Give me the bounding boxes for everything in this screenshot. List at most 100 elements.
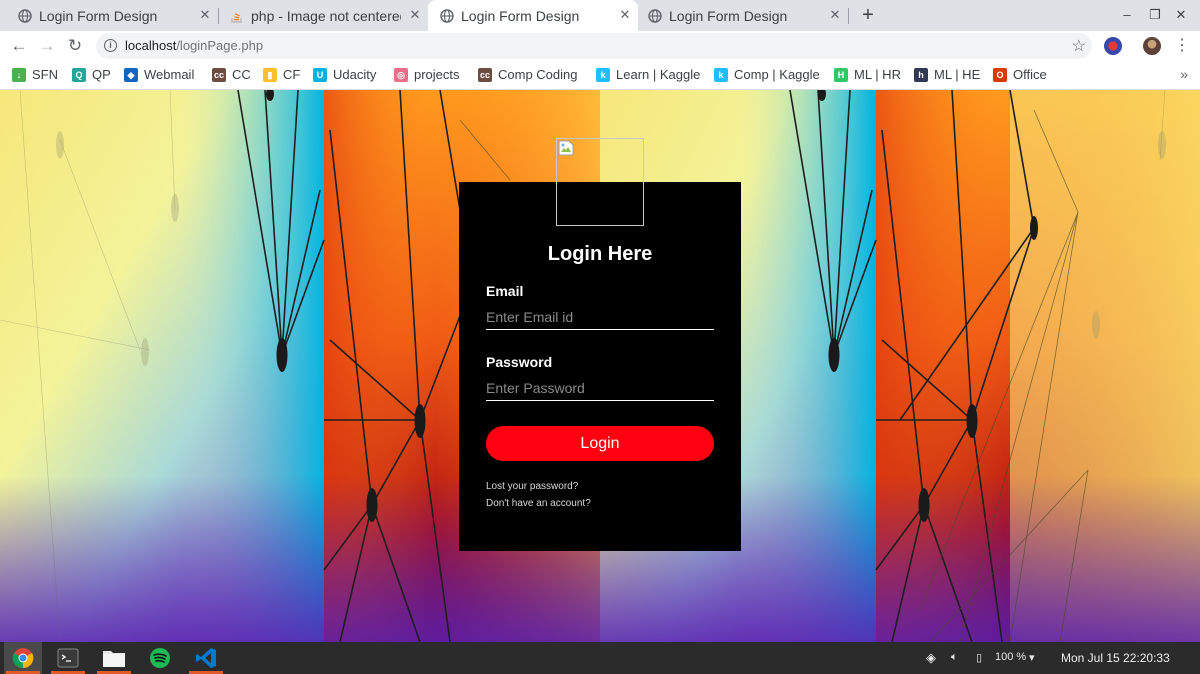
hackerearth-icon: h: [914, 67, 928, 82]
bookmark-label: CF: [283, 67, 301, 82]
close-tab-icon[interactable]: ✕: [198, 8, 212, 22]
volume-icon[interactable]: 🔈︎: [951, 651, 958, 664]
tab-title: php - Image not centered: [251, 7, 401, 24]
bookmark-label: Udacity: [333, 67, 377, 82]
bookmark-label: Learn | Kaggle: [616, 67, 701, 82]
tab-3-active[interactable]: Login Form Design ✕: [428, 0, 638, 31]
url-host: localhost: [125, 38, 177, 53]
back-icon[interactable]: ←: [9, 36, 29, 56]
login-title: Login Here: [547, 243, 653, 265]
bookmark-office[interactable]: O Office: [993, 67, 1047, 82]
menu-kebab-icon[interactable]: ⋮: [1172, 36, 1192, 56]
url-text[interactable]: localhost/loginPage.php: [125, 38, 263, 53]
vscode-icon[interactable]: [187, 642, 225, 674]
email-field[interactable]: [486, 304, 714, 330]
page-viewport: Login Here Email Password Login Lost you…: [0, 90, 1200, 642]
close-tab-icon[interactable]: ✕: [618, 8, 632, 22]
lost-password-link[interactable]: Lost your password?: [486, 481, 578, 492]
spotify-icon[interactable]: [141, 642, 179, 674]
bookmark-qp[interactable]: Q QP: [72, 67, 111, 82]
globe-icon: [648, 8, 662, 23]
site-info-icon[interactable]: i: [104, 39, 117, 52]
battery-percent: 100 %: [995, 651, 1027, 663]
bookmark-label: Comp | Kaggle: [734, 67, 820, 82]
tray-dropdown-icon[interactable]: ▾: [1029, 651, 1035, 664]
login-button[interactable]: Login: [486, 426, 714, 461]
bookmarks-bar: ↓ SFN Q QP ◆ Webmail cc CC ▮ CF U Udacity ◎ projects c…: [0, 61, 1200, 90]
battery-icon[interactable]: ▯: [976, 651, 982, 664]
extension-icon[interactable]: [1104, 37, 1122, 55]
office-icon: O: [993, 67, 1007, 82]
bookmark-label: QP: [92, 67, 111, 82]
kaggle-icon: k: [596, 67, 610, 82]
forward-icon[interactable]: →: [37, 36, 57, 56]
bookmark-label: CC: [232, 67, 251, 82]
tab-divider: [848, 8, 849, 24]
globe-icon: [440, 8, 454, 23]
tab-title: Login Form Design: [39, 7, 158, 24]
terminal-icon[interactable]: [49, 642, 87, 674]
udacity-icon: U: [313, 67, 327, 82]
bookmark-ml-he[interactable]: h ML | HE: [914, 67, 980, 82]
login-form: Login Here Email Password Login Lost you…: [459, 182, 741, 551]
tab-2[interactable]: php - Image not centered ✕: [218, 0, 428, 31]
cf-icon: ▮: [263, 67, 277, 82]
email-label: Email: [486, 283, 524, 299]
close-tab-icon[interactable]: ✕: [828, 8, 842, 22]
bookmark-projects[interactable]: ◎ projects: [394, 67, 460, 82]
bookmark-label: ML | HE: [934, 67, 981, 82]
cc-icon: cc: [212, 67, 226, 82]
bookmark-udacity[interactable]: U Udacity: [313, 67, 376, 82]
bookmark-label: projects: [414, 67, 460, 82]
new-tab-button[interactable]: +: [858, 5, 878, 25]
bookmark-label: Webmail: [144, 67, 195, 82]
projects-icon: ◎: [394, 67, 408, 82]
url-path: /loginPage.php: [176, 38, 264, 53]
clock[interactable]: Mon Jul 15 22:20:33: [1061, 651, 1170, 665]
avatar-image-broken: [556, 138, 644, 226]
broken-image-icon: [558, 140, 574, 156]
minimize-icon[interactable]: –: [1118, 6, 1136, 24]
chrome-icon[interactable]: [4, 642, 42, 674]
bookmark-sfn[interactable]: ↓ SFN: [12, 67, 58, 82]
profile-avatar[interactable]: [1143, 37, 1161, 55]
bookmark-cc[interactable]: cc CC: [212, 67, 251, 82]
close-window-icon[interactable]: ✕: [1172, 6, 1190, 24]
more-bookmarks-icon[interactable]: »: [1180, 66, 1188, 82]
bookmark-label: Comp Coding: [498, 67, 578, 82]
bookmark-comp-coding[interactable]: cc Comp Coding: [478, 67, 578, 82]
bookmark-comp-kaggle[interactable]: k Comp | Kaggle: [714, 67, 820, 82]
password-label: Password: [486, 354, 553, 370]
qp-icon: Q: [72, 67, 86, 82]
cc-icon: cc: [478, 67, 492, 82]
files-icon[interactable]: [95, 642, 133, 674]
bookmark-webmail[interactable]: ◆ Webmail: [124, 67, 194, 82]
browser-toolbar: ← → ↻ i localhost/loginPage.php ☆: [0, 31, 1200, 61]
bookmark-star-icon[interactable]: ☆: [1072, 36, 1086, 56]
sfn-icon: ↓: [12, 67, 26, 82]
bookmark-ml-hr[interactable]: H ML | HR: [834, 67, 901, 82]
close-tab-icon[interactable]: ✕: [408, 8, 422, 22]
bookmark-learn-kaggle[interactable]: k Learn | Kaggle: [596, 67, 700, 82]
wifi-icon[interactable]: ◈: [926, 650, 936, 666]
tab-1[interactable]: Login Form Design ✕: [0, 0, 218, 31]
tab-title: Login Form Design: [461, 7, 580, 24]
reload-icon[interactable]: ↻: [65, 36, 85, 56]
restore-icon[interactable]: ❐: [1146, 6, 1164, 24]
webmail-icon: ◆: [124, 67, 138, 82]
bookmark-label: Office: [1013, 67, 1047, 82]
bookmark-label: ML | HR: [854, 67, 901, 82]
globe-icon: [18, 8, 32, 23]
bookmark-cf[interactable]: ▮ CF: [263, 67, 300, 82]
register-link[interactable]: Don't have an account?: [486, 498, 591, 509]
tab-strip: Login Form Design ✕ php - Image not cent…: [0, 0, 1200, 31]
os-taskbar: ◈ 🔈︎ ▯ 100 % ▾ Mon Jul 15 22:20:33: [0, 642, 1200, 674]
kaggle-icon: k: [714, 67, 728, 82]
bookmark-label: SFN: [32, 67, 58, 82]
tab-title: Login Form Design: [669, 7, 788, 24]
password-field[interactable]: [486, 375, 714, 401]
stackoverflow-icon: [230, 9, 244, 23]
hackerrank-icon: H: [834, 67, 848, 82]
address-bar[interactable]: i localhost/loginPage.php ☆: [96, 33, 1092, 59]
tab-4[interactable]: Login Form Design ✕: [638, 0, 848, 31]
